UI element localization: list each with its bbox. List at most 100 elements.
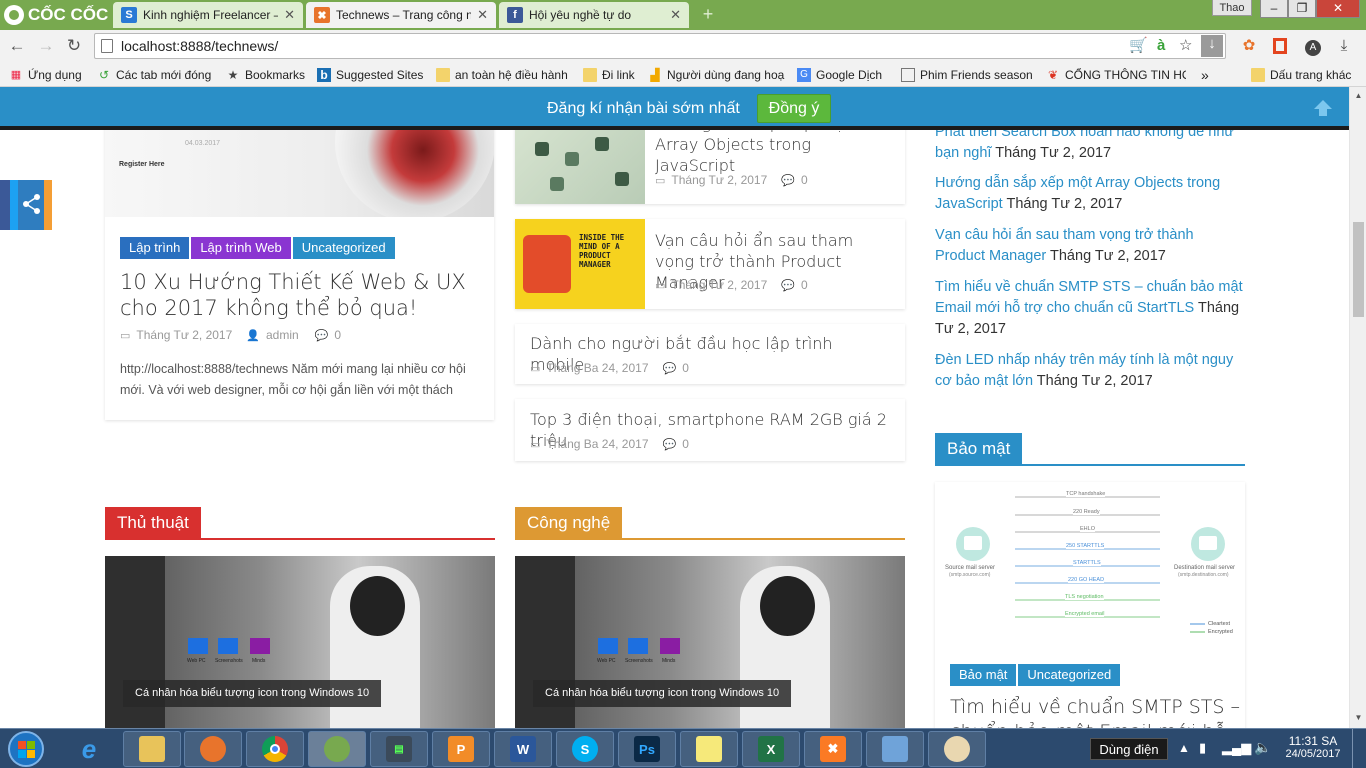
category-tag[interactable]: Lập trình Web: [191, 237, 291, 259]
thu-thuat-feature-image[interactable]: Web PC Screenshots Minds Cá nhân hóa biể…: [105, 556, 495, 728]
url-text[interactable]: localhost:8888/technews/: [121, 38, 278, 54]
forward-button[interactable]: →: [35, 35, 57, 57]
taskbar-excel[interactable]: X: [742, 731, 800, 767]
new-tab-button[interactable]: +: [697, 5, 719, 23]
post-thumbnail[interactable]: INSIDE THE MIND OF A PRODUCT MANAGER: [515, 219, 645, 309]
post-author[interactable]: admin: [266, 328, 299, 342]
clock[interactable]: 11:31 SA 24/05/2017: [1283, 734, 1343, 760]
taskbar-sticky-notes[interactable]: [680, 731, 738, 767]
minimize-button[interactable]: –: [1260, 0, 1288, 18]
scrollbar-thumb[interactable]: [1353, 222, 1364, 317]
category-tag[interactable]: Uncategorized: [292, 237, 395, 259]
bookmark-star-icon[interactable]: ☆: [1179, 37, 1192, 55]
bookmark-folder-security[interactable]: an toàn hệ điều hành: [436, 65, 568, 85]
address-bar[interactable]: localhost:8888/technews/ 🛒 à ☆ ↓: [94, 33, 1226, 59]
taskbar-coccoc[interactable]: [308, 731, 366, 767]
bookmark-friends[interactable]: Phim Friends season: [901, 65, 1037, 85]
taskbar-photo-viewer[interactable]: [866, 731, 924, 767]
post-date[interactable]: Tháng Tư 2, 2017: [136, 328, 232, 342]
tab-technews[interactable]: ✖ Technews – Trang công n ✕: [306, 2, 496, 28]
post-date[interactable]: Tháng Ba 24, 2017: [546, 361, 648, 375]
section-title[interactable]: Bảo mật: [935, 433, 1023, 464]
comment-count[interactable]: 0: [334, 328, 341, 342]
comment-count[interactable]: 0: [801, 173, 808, 187]
tab-hoi-yeu-nghe[interactable]: f Hội yêu nghề tự do ✕: [499, 2, 689, 28]
reload-button[interactable]: ↻: [63, 35, 85, 57]
close-tab-icon[interactable]: ✕: [284, 7, 295, 23]
comment-count[interactable]: 0: [682, 361, 689, 375]
back-button[interactable]: ←: [6, 35, 28, 57]
taskbar-task-manager[interactable]: ▤: [370, 731, 428, 767]
post-title[interactable]: Tìm hiểu về chuẩn SMTP STS – chuẩn bảo m…: [950, 695, 1240, 728]
tab-freelancer[interactable]: S Kinh nghiệm Freelancer – ✕: [113, 2, 303, 28]
taskbar-chrome[interactable]: [246, 731, 304, 767]
post-thumbnail[interactable]: [515, 122, 645, 204]
adblock-icon[interactable]: A: [1303, 35, 1323, 57]
taskbar-word[interactable]: W: [494, 731, 552, 767]
bookmark-suggested-sites[interactable]: b Suggested Sites: [317, 65, 423, 85]
volume-icon[interactable]: 🔈: [1254, 739, 1271, 756]
tray-expand-icon[interactable]: ▲: [1178, 741, 1190, 755]
taskbar-ie[interactable]: e: [60, 731, 118, 767]
bookmark-bookmarks[interactable]: ★ Bookmarks: [226, 65, 305, 85]
maximize-button[interactable]: ❐: [1288, 0, 1316, 18]
sidebar-link-title[interactable]: Tìm hiểu về chuẩn SMTP STS – chuẩn bảo m…: [935, 279, 1243, 316]
profile-name[interactable]: Thao: [1212, 0, 1252, 16]
comment-count[interactable]: 0: [801, 278, 808, 292]
taskbar-skype[interactable]: S: [556, 731, 614, 767]
taskbar-firefox[interactable]: [184, 731, 242, 767]
downloads-icon[interactable]: ⤓: [1334, 35, 1354, 57]
start-button[interactable]: [4, 731, 48, 767]
sidebar-link-4[interactable]: Tìm hiểu về chuẩn SMTP STS – chuẩn bảo m…: [935, 277, 1245, 340]
download-page-icon[interactable]: ↓: [1201, 35, 1223, 57]
page-scrollbar[interactable]: ▲ ▼: [1349, 87, 1366, 728]
shopping-cart-icon[interactable]: 🛒: [1129, 37, 1148, 55]
scroll-up-arrow-icon[interactable]: ▲: [1354, 91, 1363, 100]
close-window-button[interactable]: ✕: [1316, 0, 1360, 18]
sidebar-link-3[interactable]: Vạn câu hỏi ẩn sau tham vọng trở thành P…: [935, 225, 1245, 267]
featured-post-title[interactable]: 10 Xu Hướng Thiết Kế Web & UX cho 2017 k…: [120, 269, 490, 321]
post-date[interactable]: Tháng Tư 2, 2017: [671, 278, 767, 292]
firefox-icon: [200, 736, 226, 762]
bookmark-portal[interactable]: ❦ CỔNG THÔNG TIN HỌ: [1046, 65, 1186, 85]
coccoc-logo[interactable]: CỐC CỐC: [4, 4, 108, 26]
share-sidebar[interactable]: [0, 180, 52, 230]
extension-icon[interactable]: ✿: [1239, 35, 1259, 57]
cong-nghe-feature-image[interactable]: Web PC Screenshots Minds Cá nhân hóa biể…: [515, 556, 905, 728]
close-tab-icon[interactable]: ✕: [477, 7, 488, 23]
scroll-top-icon[interactable]: [1313, 99, 1333, 117]
section-title[interactable]: Công nghệ: [515, 507, 623, 538]
bookmark-users[interactable]: ▟ Người dùng đang hoạ: [648, 65, 786, 85]
category-tag[interactable]: Bảo mật: [950, 664, 1017, 686]
battery-icon[interactable]: ▮: [1199, 740, 1206, 756]
show-desktop-button[interactable]: [1352, 729, 1366, 768]
vietnamese-input-icon[interactable]: à: [1157, 37, 1165, 55]
featured-post-image[interactable]: 04.03.2017 Register Here: [105, 122, 494, 217]
bookmark-google-translate[interactable]: G Google Dịch: [797, 65, 882, 85]
bookmark-folder-link[interactable]: Đi link: [583, 65, 635, 85]
close-tab-icon[interactable]: ✕: [670, 7, 681, 23]
taskbar-explorer[interactable]: [123, 731, 181, 767]
post-date[interactable]: Tháng Ba 24, 2017: [546, 437, 648, 451]
scroll-down-arrow-icon[interactable]: ▼: [1354, 713, 1363, 722]
taskbar-pdf[interactable]: P: [432, 731, 490, 767]
taskbar-paint[interactable]: [928, 731, 986, 767]
sidebar-link-2[interactable]: Hướng dẫn sắp xếp một Array Objects tron…: [935, 173, 1245, 215]
bookmark-apps[interactable]: ▦ Ứng dụng: [9, 65, 82, 85]
post-date[interactable]: Tháng Tư 2, 2017: [671, 173, 767, 187]
agree-button[interactable]: Đồng ý: [757, 94, 831, 123]
taskbar-photoshop[interactable]: Ps: [618, 731, 676, 767]
sidebar-link-5[interactable]: Đèn LED nhấp nháy trên máy tính là một n…: [935, 350, 1245, 392]
bookmark-recent-tabs[interactable]: ↺ Các tab mới đóng: [97, 65, 211, 85]
image-caption: Cá nhân hóa biểu tượng icon trong Window…: [533, 680, 792, 707]
smtp-sts-diagram[interactable]: Source mail server (smtp.source.com) Des…: [935, 482, 1245, 647]
category-tag[interactable]: Uncategorized: [1018, 664, 1121, 686]
bookmarks-overflow[interactable]: »: [1201, 65, 1209, 85]
office-icon[interactable]: [1270, 35, 1290, 57]
section-title[interactable]: Thủ thuật: [105, 507, 201, 538]
category-tag[interactable]: Lập trình: [120, 237, 190, 259]
signal-icon[interactable]: ▂▄▆: [1222, 740, 1251, 756]
comment-count[interactable]: 0: [682, 437, 689, 451]
bookmark-other[interactable]: Dấu trang khác: [1251, 65, 1351, 85]
taskbar-xampp[interactable]: ✖: [804, 731, 862, 767]
